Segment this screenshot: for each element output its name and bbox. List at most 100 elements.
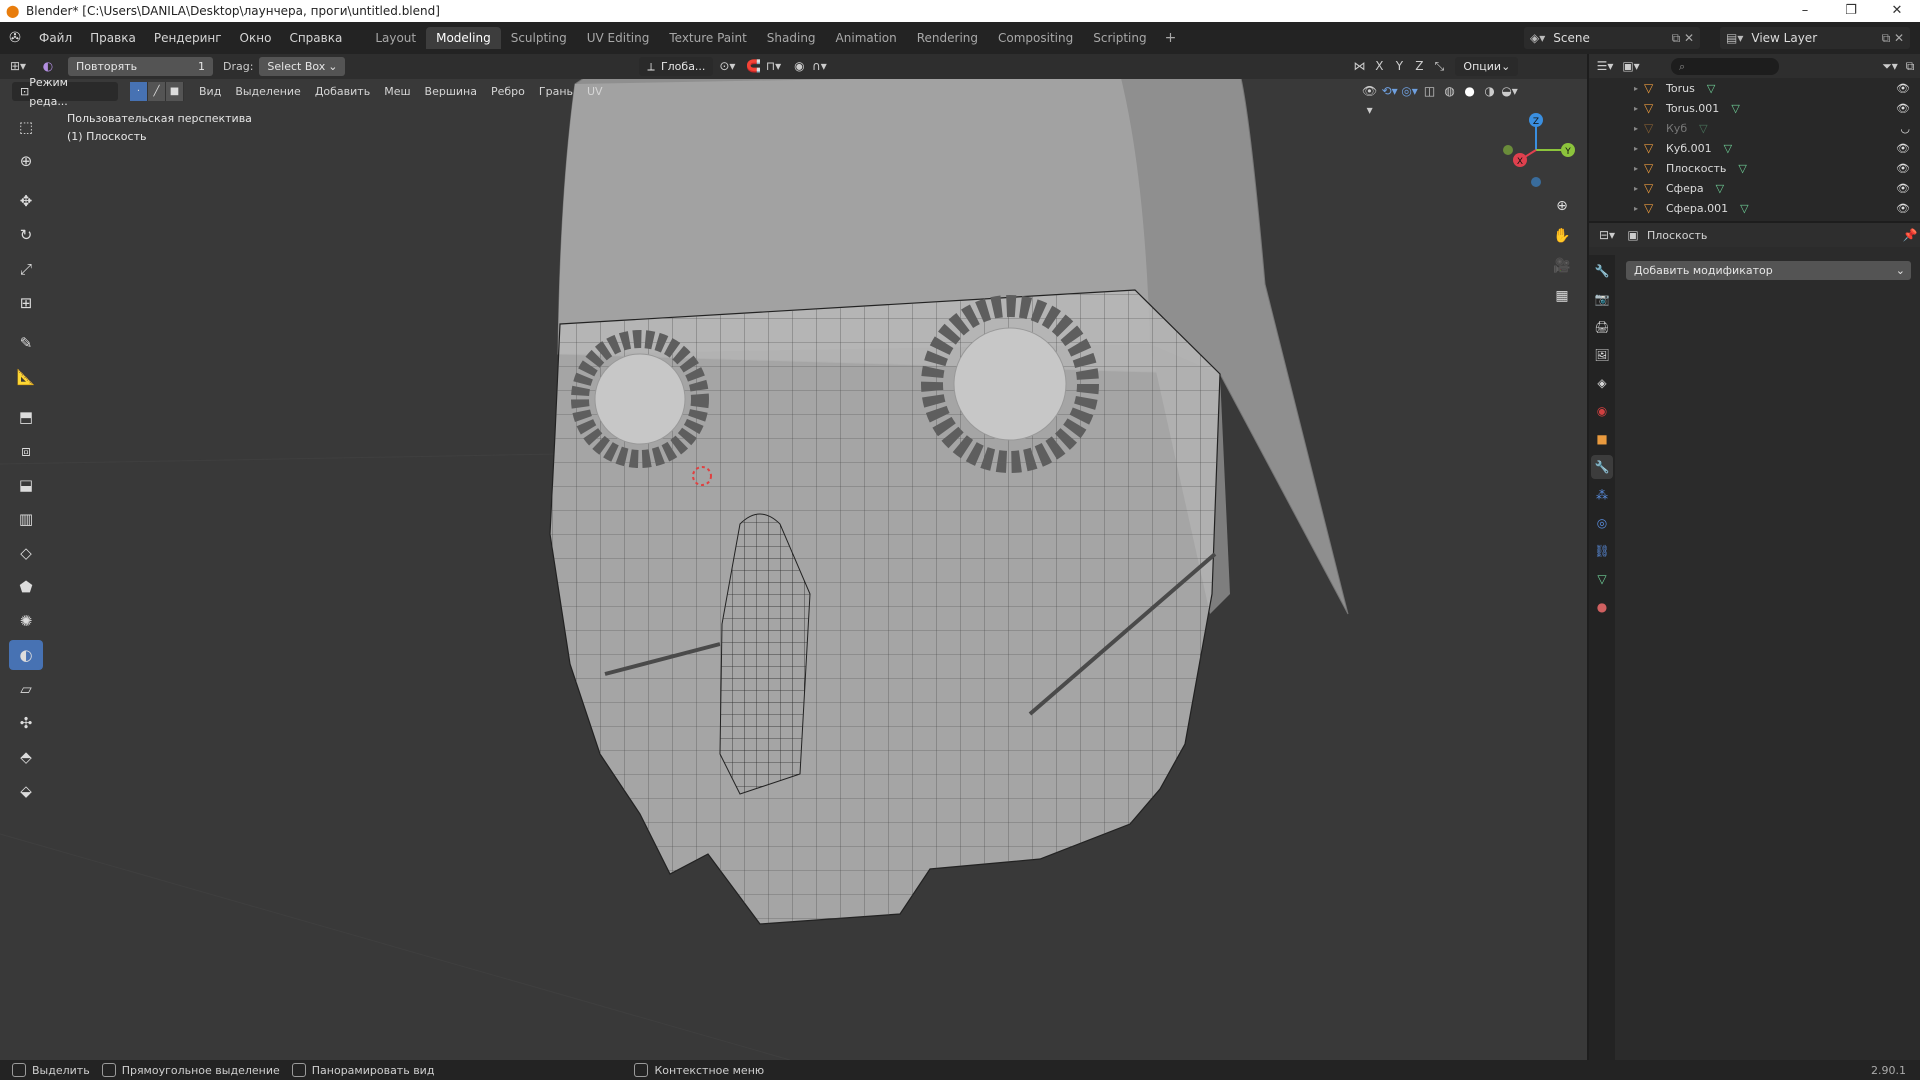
menu-view[interactable]: Вид xyxy=(192,85,228,98)
add-modifier-dropdown[interactable]: Добавить модификатор ⌄ xyxy=(1626,261,1911,280)
close-button[interactable]: ✕ xyxy=(1874,0,1920,22)
zoom-icon[interactable]: ⊕ xyxy=(1550,194,1574,218)
falloff-icon[interactable]: ∩▾ xyxy=(809,57,829,76)
add-workspace-button[interactable]: + xyxy=(1157,27,1185,49)
shear-icon[interactable]: ⬘ xyxy=(9,742,43,772)
properties-editor-icon[interactable]: ⊟▾ xyxy=(1597,226,1617,245)
expand-arrow-icon[interactable]: ▸ xyxy=(1634,204,1644,213)
menu-select[interactable]: Выделение xyxy=(228,85,308,98)
new-scene-icon[interactable]: ⧉ ✕ xyxy=(1672,31,1694,46)
menu-file[interactable]: Файл xyxy=(30,31,81,45)
transform-icon[interactable]: ⊞ xyxy=(9,288,43,318)
eye-icon[interactable]: 👁 xyxy=(1896,162,1910,175)
tab-uv-editing[interactable]: UV Editing xyxy=(577,27,660,49)
pan-hand-icon[interactable]: ✋ xyxy=(1550,224,1574,248)
edge-slide-icon[interactable]: ▱ xyxy=(9,674,43,704)
tab-scripting[interactable]: Scripting xyxy=(1083,27,1156,49)
menu-vertex[interactable]: Вершина xyxy=(418,85,484,98)
data-tab-icon[interactable]: ▽ xyxy=(1591,567,1613,591)
particles-tab-icon[interactable]: ⁂ xyxy=(1591,483,1613,507)
expand-arrow-icon[interactable]: ▸ xyxy=(1634,84,1644,93)
menu-add[interactable]: Добавить xyxy=(308,85,377,98)
physics-tab-icon[interactable]: ◎ xyxy=(1591,511,1613,535)
annotate-icon[interactable]: ✎ xyxy=(9,328,43,358)
eye-icon[interactable]: 👁 xyxy=(1896,202,1910,215)
mesh-canvas[interactable] xyxy=(0,54,1587,1060)
modifiers-tab-icon[interactable]: 🔧 xyxy=(1591,455,1613,479)
perspective-toggle-icon[interactable]: ▦ xyxy=(1550,284,1574,308)
rendered-shading-icon[interactable]: ◒▾ xyxy=(1500,82,1520,101)
menu-window[interactable]: Окно xyxy=(231,31,281,45)
measure-icon[interactable]: 📐 xyxy=(9,362,43,392)
vertex-select-icon[interactable]: · xyxy=(130,82,148,101)
shrink-fatten-icon[interactable]: ✣ xyxy=(9,708,43,738)
3d-viewport[interactable]: ⊞▾ ◐ Повторять 1 Drag: Select Box ⌄ ⟂ Гл… xyxy=(0,54,1587,1060)
rip-region-icon[interactable]: ⬙ xyxy=(9,776,43,806)
expand-arrow-icon[interactable]: ▸ xyxy=(1634,144,1644,153)
eye-icon[interactable]: 👁 xyxy=(1896,182,1910,195)
edge-select-icon[interactable]: ╱ xyxy=(148,82,166,101)
tool-tab-icon[interactable]: 🔧 xyxy=(1591,259,1613,283)
tab-compositing[interactable]: Compositing xyxy=(988,27,1083,49)
tab-sculpting[interactable]: Sculpting xyxy=(501,27,577,49)
expand-arrow-icon[interactable]: ▸ xyxy=(1634,124,1644,133)
outliner-search-input[interactable]: ⌕ xyxy=(1671,57,1779,75)
minimize-button[interactable]: – xyxy=(1782,0,1828,22)
view-layer-tab-icon[interactable]: 🖼 xyxy=(1591,343,1613,367)
face-select-icon[interactable]: ■ xyxy=(166,82,184,101)
auto-merge-icon[interactable]: ⤡ xyxy=(1429,57,1449,76)
outliner-editor-icon[interactable]: ☰▾ xyxy=(1595,57,1615,76)
tab-animation[interactable]: Animation xyxy=(826,27,907,49)
gizmos-icon[interactable]: ⟲▾ xyxy=(1380,82,1400,101)
select-box-icon[interactable]: ⬚ xyxy=(9,112,43,142)
menu-face[interactable]: Грань xyxy=(532,85,580,98)
blender-menu-icon[interactable]: ✇ xyxy=(0,30,30,46)
overlays-icon[interactable]: ◎▾ xyxy=(1400,82,1420,101)
snap-icon[interactable]: 🧲 xyxy=(743,57,763,76)
expand-arrow-icon[interactable]: ▸ xyxy=(1634,164,1644,173)
poly-build-icon[interactable]: ⬟ xyxy=(9,572,43,602)
new-view-layer-icon[interactable]: ⧉ ✕ xyxy=(1882,31,1904,46)
navigation-gizmo[interactable]: Z Y X xyxy=(1496,110,1576,190)
eye-closed-icon[interactable]: ◡ xyxy=(1900,122,1910,135)
rotate-icon[interactable]: ↻ xyxy=(9,220,43,250)
constraints-tab-icon[interactable]: ⛓ xyxy=(1591,539,1613,563)
menu-help[interactable]: Справка xyxy=(280,31,351,45)
outliner-row[interactable]: ▸ ▽ Torus.001 ▽ 👁 xyxy=(1589,98,1920,118)
extrude-region-icon[interactable]: ⬒ xyxy=(9,402,43,432)
tab-layout[interactable]: Layout xyxy=(365,27,426,49)
view-layer-selector[interactable]: ▤▾ View Layer ⧉ ✕ xyxy=(1720,27,1910,49)
new-collection-icon[interactable]: ⧉ xyxy=(1900,57,1920,76)
material-tab-icon[interactable]: ● xyxy=(1591,595,1613,619)
outliner-row[interactable]: ▸ ▽ Плоскость ▽ 👁 xyxy=(1589,158,1920,178)
visibility-icon[interactable]: 👁▾ xyxy=(1360,82,1380,117)
xray-icon[interactable]: ◫ xyxy=(1420,82,1440,101)
outliner-row[interactable]: ▸ ▽ Сфера ▽ 👁 xyxy=(1589,178,1920,198)
menu-edge[interactable]: Ребро xyxy=(484,85,532,98)
eye-icon[interactable]: 👁 xyxy=(1896,82,1910,95)
tab-shading[interactable]: Shading xyxy=(757,27,826,49)
material-shading-icon[interactable]: ◑ xyxy=(1480,82,1500,101)
world-tab-icon[interactable]: ◉ xyxy=(1591,399,1613,423)
scale-icon[interactable]: ⤢ xyxy=(9,254,43,284)
inset-faces-icon[interactable]: ⧈ xyxy=(9,436,43,466)
bevel-icon[interactable]: ⬓ xyxy=(9,470,43,500)
drag-select[interactable]: Select Box ⌄ xyxy=(259,57,346,76)
menu-uv[interactable]: UV xyxy=(580,85,610,98)
left-eye-sphere[interactable] xyxy=(594,353,686,445)
pivot-point-icon[interactable]: ⊙▾ xyxy=(717,57,737,76)
solid-shading-icon[interactable]: ● xyxy=(1460,82,1480,101)
wireframe-shading-icon[interactable]: ◍ xyxy=(1440,82,1460,101)
menu-render[interactable]: Рендеринг xyxy=(145,31,231,45)
move-icon[interactable]: ✥ xyxy=(9,186,43,216)
outliner-row[interactable]: ▸ ▽ Torus ▽ 👁 xyxy=(1589,78,1920,98)
expand-arrow-icon[interactable]: ▸ xyxy=(1634,184,1644,193)
tab-modeling[interactable]: Modeling xyxy=(426,27,501,49)
mirror-y-toggle[interactable]: Y xyxy=(1389,57,1409,76)
snap-target-icon[interactable]: ⊓▾ xyxy=(763,57,783,76)
filter-icon[interactable]: ⏷▾ xyxy=(1880,57,1900,76)
right-eye-sphere[interactable] xyxy=(953,327,1067,441)
spin-icon[interactable]: ✺ xyxy=(9,606,43,636)
eye-icon[interactable]: 👁 xyxy=(1896,102,1910,115)
options-dropdown[interactable]: Опции ⌄ xyxy=(1455,57,1519,76)
